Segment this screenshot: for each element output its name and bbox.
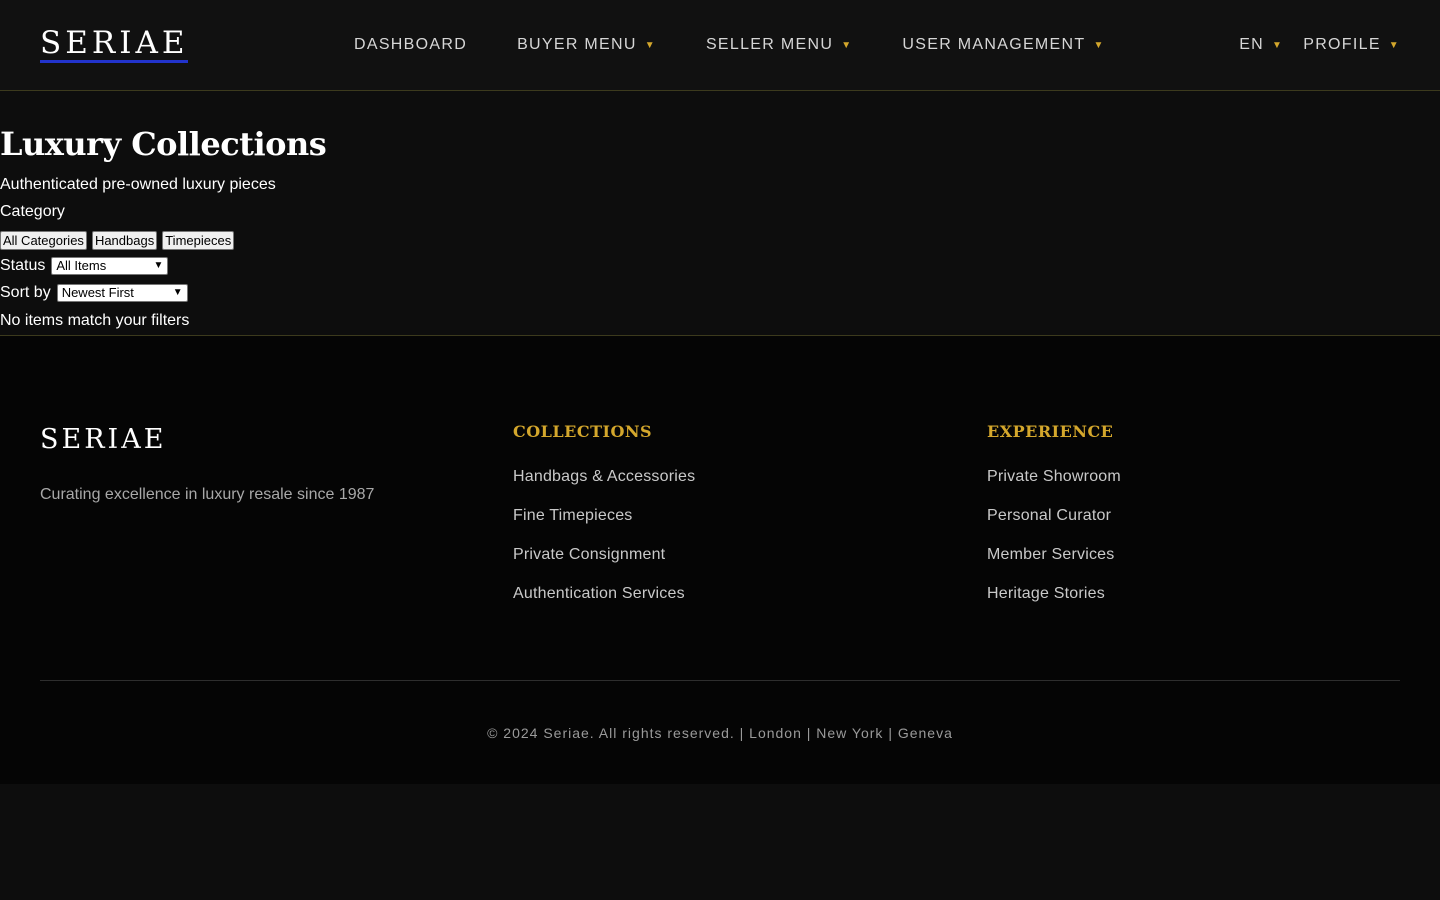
chevron-down-icon: ▼ <box>1388 39 1400 51</box>
language-selector[interactable]: EN ▼ <box>1239 36 1283 54</box>
profile-label: PROFILE <box>1303 36 1381 53</box>
page-subtitle: Authenticated pre-owned luxury pieces <box>0 176 276 193</box>
category-all-button[interactable]: All Categories <box>0 231 87 250</box>
brand-logo[interactable]: SERIAE <box>40 26 189 63</box>
top-navbar: SERIAE DASHBOARD BUYER MENU ▼ SELLER MEN… <box>0 0 1440 91</box>
nav-seller-menu-label: SELLER MENU <box>705 36 834 53</box>
page-title: Luxury Collections <box>0 125 327 163</box>
footer-tagline: Curating excellence in luxury resale sin… <box>40 486 375 503</box>
footer-link-member-services[interactable]: Member Services <box>987 546 1121 585</box>
nav-right: EN ▼ PROFILE ▼ <box>1239 0 1400 90</box>
sort-row: Sort by Newest First ▼ <box>0 284 188 302</box>
footer-link-curator[interactable]: Personal Curator <box>987 507 1121 546</box>
category-handbags-button[interactable]: Handbags <box>91 231 158 250</box>
main-nav: DASHBOARD BUYER MENU ▼ SELLER MENU ▼ USE… <box>354 0 1105 90</box>
footer-logo[interactable]: SERIAE <box>40 424 166 455</box>
nav-user-management-label: USER MANAGEMENT <box>902 36 1086 53</box>
empty-state-message: No items match your filters <box>0 312 190 329</box>
category-filter: All Categories Handbags Timepieces <box>0 231 235 250</box>
site-footer: SERIAE Curating excellence in luxury res… <box>0 335 1440 784</box>
status-select-value: All Items <box>56 258 107 273</box>
footer-link-timepieces[interactable]: Fine Timepieces <box>513 507 695 546</box>
chevron-down-icon: ▼ <box>1272 39 1284 51</box>
status-label: Status <box>0 257 46 274</box>
nav-seller-menu[interactable]: SELLER MENU ▼ <box>706 36 852 54</box>
chevron-down-icon: ▼ <box>644 39 656 51</box>
nav-user-management[interactable]: USER MANAGEMENT ▼ <box>902 36 1104 54</box>
footer-link-consignment[interactable]: Private Consignment <box>513 546 695 585</box>
footer-link-heritage[interactable]: Heritage Stories <box>987 585 1121 624</box>
sort-label: Sort by <box>0 284 51 301</box>
sort-select[interactable]: Newest First ▼ <box>56 284 188 302</box>
footer-link-handbags[interactable]: Handbags & Accessories <box>513 468 695 507</box>
profile-menu[interactable]: PROFILE ▼ <box>1303 36 1400 54</box>
nav-buyer-menu-label: BUYER MENU <box>517 36 637 53</box>
status-filter-row: Status All Items ▼ <box>0 257 169 275</box>
experience-heading: EXPERIENCE <box>987 422 1114 441</box>
chevron-down-icon: ▼ <box>153 260 164 271</box>
language-label: EN <box>1239 36 1265 53</box>
chevron-down-icon: ▼ <box>172 287 183 298</box>
sort-select-value: Newest First <box>61 285 134 300</box>
chevron-down-icon: ▼ <box>1093 39 1105 51</box>
footer-link-authentication[interactable]: Authentication Services <box>513 585 695 624</box>
nav-dashboard-label: DASHBOARD <box>354 36 468 53</box>
collections-heading: COLLECTIONS <box>513 422 653 441</box>
footer-divider <box>40 680 1400 681</box>
status-select[interactable]: All Items ▼ <box>51 257 169 275</box>
nav-buyer-menu[interactable]: BUYER MENU ▼ <box>517 36 656 54</box>
chevron-down-icon: ▼ <box>841 39 853 51</box>
experience-links: Private Showroom Personal Curator Member… <box>987 468 1121 624</box>
copyright-text: © 2024 Seriae. All rights reserved. | Lo… <box>487 725 953 741</box>
collections-links: Handbags & Accessories Fine Timepieces P… <box>513 468 695 624</box>
category-label: Category <box>0 203 65 220</box>
category-timepieces-button[interactable]: Timepieces <box>162 231 235 250</box>
nav-dashboard[interactable]: DASHBOARD <box>354 36 467 54</box>
footer-link-showroom[interactable]: Private Showroom <box>987 468 1121 507</box>
